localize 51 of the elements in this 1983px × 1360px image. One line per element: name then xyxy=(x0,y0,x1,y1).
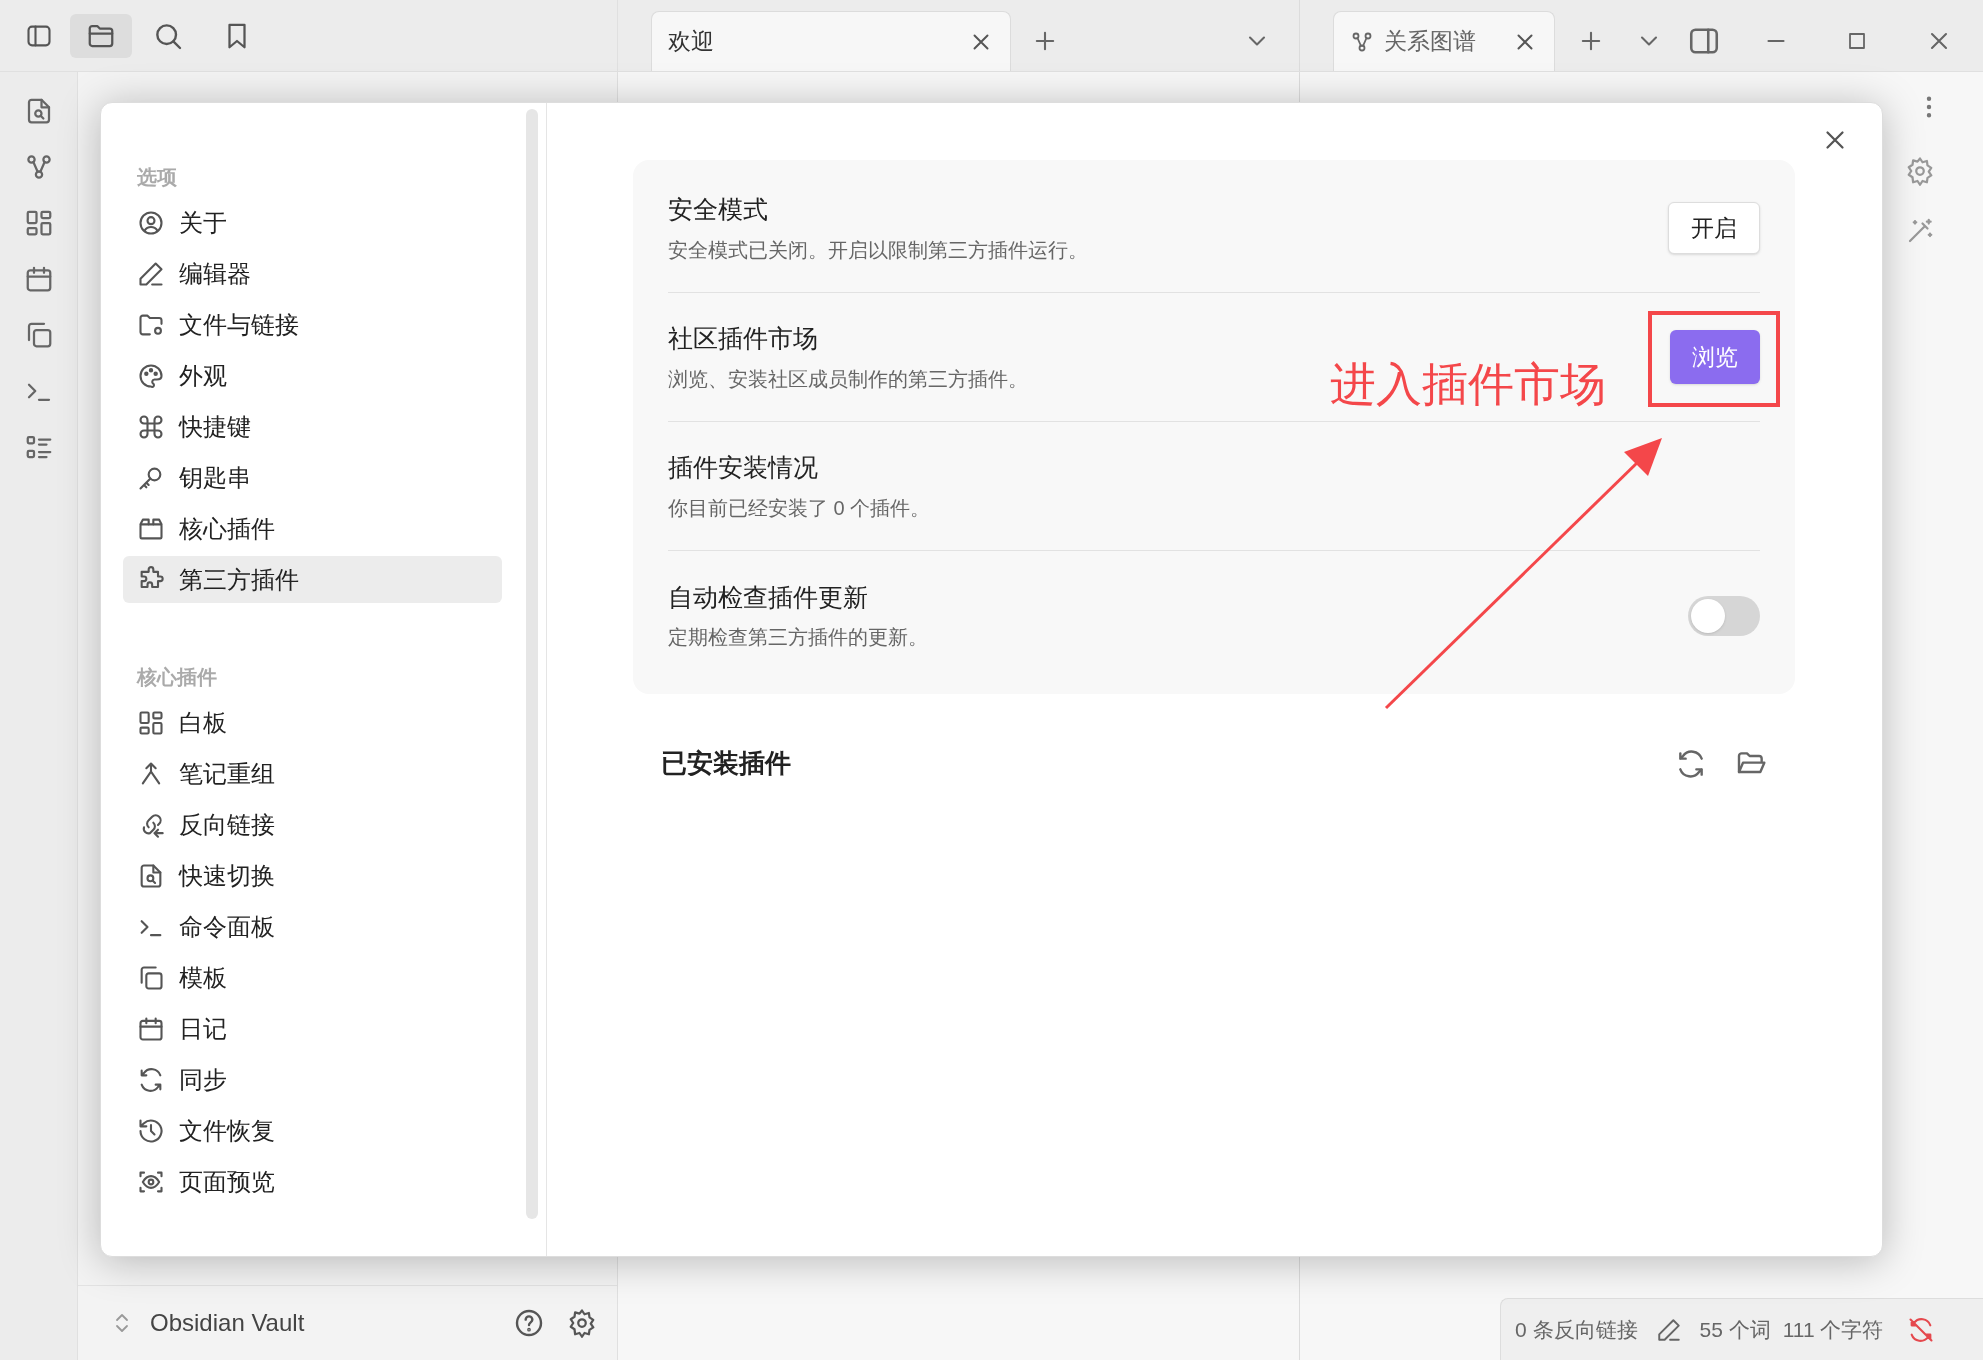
vault-name[interactable]: Obsidian Vault xyxy=(150,1305,513,1341)
palette-icon xyxy=(137,361,165,390)
enable-button[interactable]: 开启 xyxy=(1668,202,1760,254)
history-icon xyxy=(137,1116,165,1145)
section-heading: 核心插件 xyxy=(135,665,218,690)
setting-description: 浏览、安装社区成员制作的第三方插件。 xyxy=(668,366,1028,392)
settings-nav-item[interactable]: 外观 xyxy=(123,352,502,399)
browse-button[interactable]: 浏览 xyxy=(1670,330,1760,384)
character-count: 111 个字符 xyxy=(1782,1316,1884,1343)
pencil-icon xyxy=(137,259,165,288)
settings-nav-item[interactable]: 快速切换 xyxy=(123,852,502,899)
canvas-icon xyxy=(137,708,165,737)
settings-nav-item[interactable]: 白板 xyxy=(123,699,502,746)
settings-nav-item[interactable]: 同步 xyxy=(123,1056,502,1103)
section-heading: 选项 xyxy=(136,165,178,190)
setting-description: 你目前已经安装了 0 个插件。 xyxy=(668,495,931,521)
calendar-icon xyxy=(137,1014,165,1043)
settings-nav-item[interactable]: 日记 xyxy=(123,1005,502,1052)
word-count: 55 个词 xyxy=(1699,1316,1771,1343)
file-explorer-button[interactable] xyxy=(70,13,132,58)
help-icon[interactable] xyxy=(513,1307,545,1339)
settings-nav-item[interactable]: 命令面板 xyxy=(123,903,502,950)
setting-title: 安全模式 xyxy=(668,194,768,226)
setting-description: 定期检查第三方插件的更新。 xyxy=(668,625,928,651)
settings-nav-item[interactable]: 钥匙串 xyxy=(123,454,502,501)
backlink-count[interactable]: 0 条反向链接 xyxy=(1515,1313,1638,1346)
settings-nav-item[interactable]: 关于 xyxy=(123,199,502,246)
toggle-switch[interactable] xyxy=(1688,595,1760,636)
setting-description: 安全模式已关闭。开启以限制第三方插件运行。 xyxy=(668,237,1088,263)
settings-nav-item[interactable]: 笔记重组 xyxy=(123,750,502,797)
section-heading: 已安装插件 xyxy=(661,747,792,780)
settings-nav-item[interactable]: 反向链接 xyxy=(123,801,502,848)
setting-title: 插件安装情况 xyxy=(668,452,818,484)
settings-nav-item[interactable]: 页面预览 xyxy=(123,1158,502,1205)
annotation-text: 进入插件市场 xyxy=(1330,357,1606,412)
settings-icon[interactable] xyxy=(567,1308,597,1338)
settings-nav-item[interactable]: 快捷键 xyxy=(123,403,502,450)
pencil-icon[interactable] xyxy=(1655,1316,1682,1343)
settings-nav-item[interactable]: 第三方插件 xyxy=(123,556,502,603)
settings-nav-item[interactable]: 文件恢复 xyxy=(123,1107,502,1154)
user-circle-icon xyxy=(137,208,165,237)
graph-tab[interactable]: 关系图谱 xyxy=(1333,11,1555,71)
setting-title: 社区插件市场 xyxy=(668,323,818,355)
scrollbar[interactable] xyxy=(526,109,538,1219)
settings-nav-item[interactable]: 模板 xyxy=(123,954,502,1001)
settings-nav-item[interactable]: 文件与链接 xyxy=(123,301,502,348)
sync-off-icon[interactable] xyxy=(1907,1315,1936,1344)
setting-title: 自动检查插件更新 xyxy=(668,581,868,613)
settings-nav-item[interactable]: 编辑器 xyxy=(123,250,502,297)
settings-nav-item[interactable]: 核心插件 xyxy=(123,505,502,552)
editor-tab[interactable]: 欢迎 xyxy=(651,11,1011,71)
